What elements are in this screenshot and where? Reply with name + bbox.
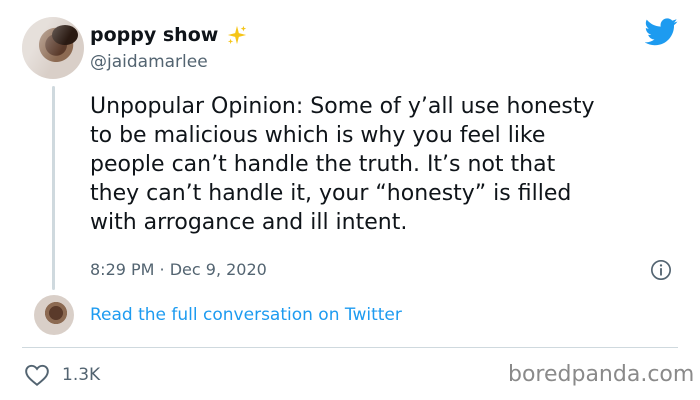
heart-icon[interactable]	[24, 363, 50, 387]
author-name-row: poppy show	[90, 24, 248, 46]
sparkles-icon	[228, 25, 247, 45]
info-icon[interactable]	[650, 259, 672, 281]
avatar-shade	[22, 17, 84, 79]
tweet-text: Unpopular Opinion: Some of y’all use hon…	[90, 92, 685, 237]
read-conversation-link[interactable]: Read the full conversation on Twitter	[90, 305, 402, 325]
divider	[22, 347, 678, 348]
handle[interactable]: @jaidamarlee	[90, 52, 208, 72]
tweet-line: they can’t handle it, your “honesty” is …	[90, 181, 572, 206]
thread-line	[52, 86, 55, 290]
twitter-bird-icon[interactable]	[645, 18, 678, 46]
tweet-line: with arrogance and ill intent.	[90, 210, 408, 235]
avatar[interactable]	[22, 17, 84, 79]
timestamp[interactable]: 8:29 PM · Dec 9, 2020	[90, 260, 267, 279]
tweet-line: Unpopular Opinion: Some of y’all use hon…	[90, 94, 595, 119]
tweet-line: to be malicious which is why you feel li…	[90, 123, 546, 148]
tweet-card: poppy show @jaidamarlee Unpopular Opinio…	[0, 0, 700, 400]
tweet-line: people can’t handle the truth. It’s not …	[90, 152, 556, 177]
like-count: 1.3K	[62, 365, 101, 385]
reply-avatar	[34, 295, 74, 335]
watermark: boredpanda.com	[508, 362, 695, 387]
display-name[interactable]: poppy show	[90, 24, 218, 46]
